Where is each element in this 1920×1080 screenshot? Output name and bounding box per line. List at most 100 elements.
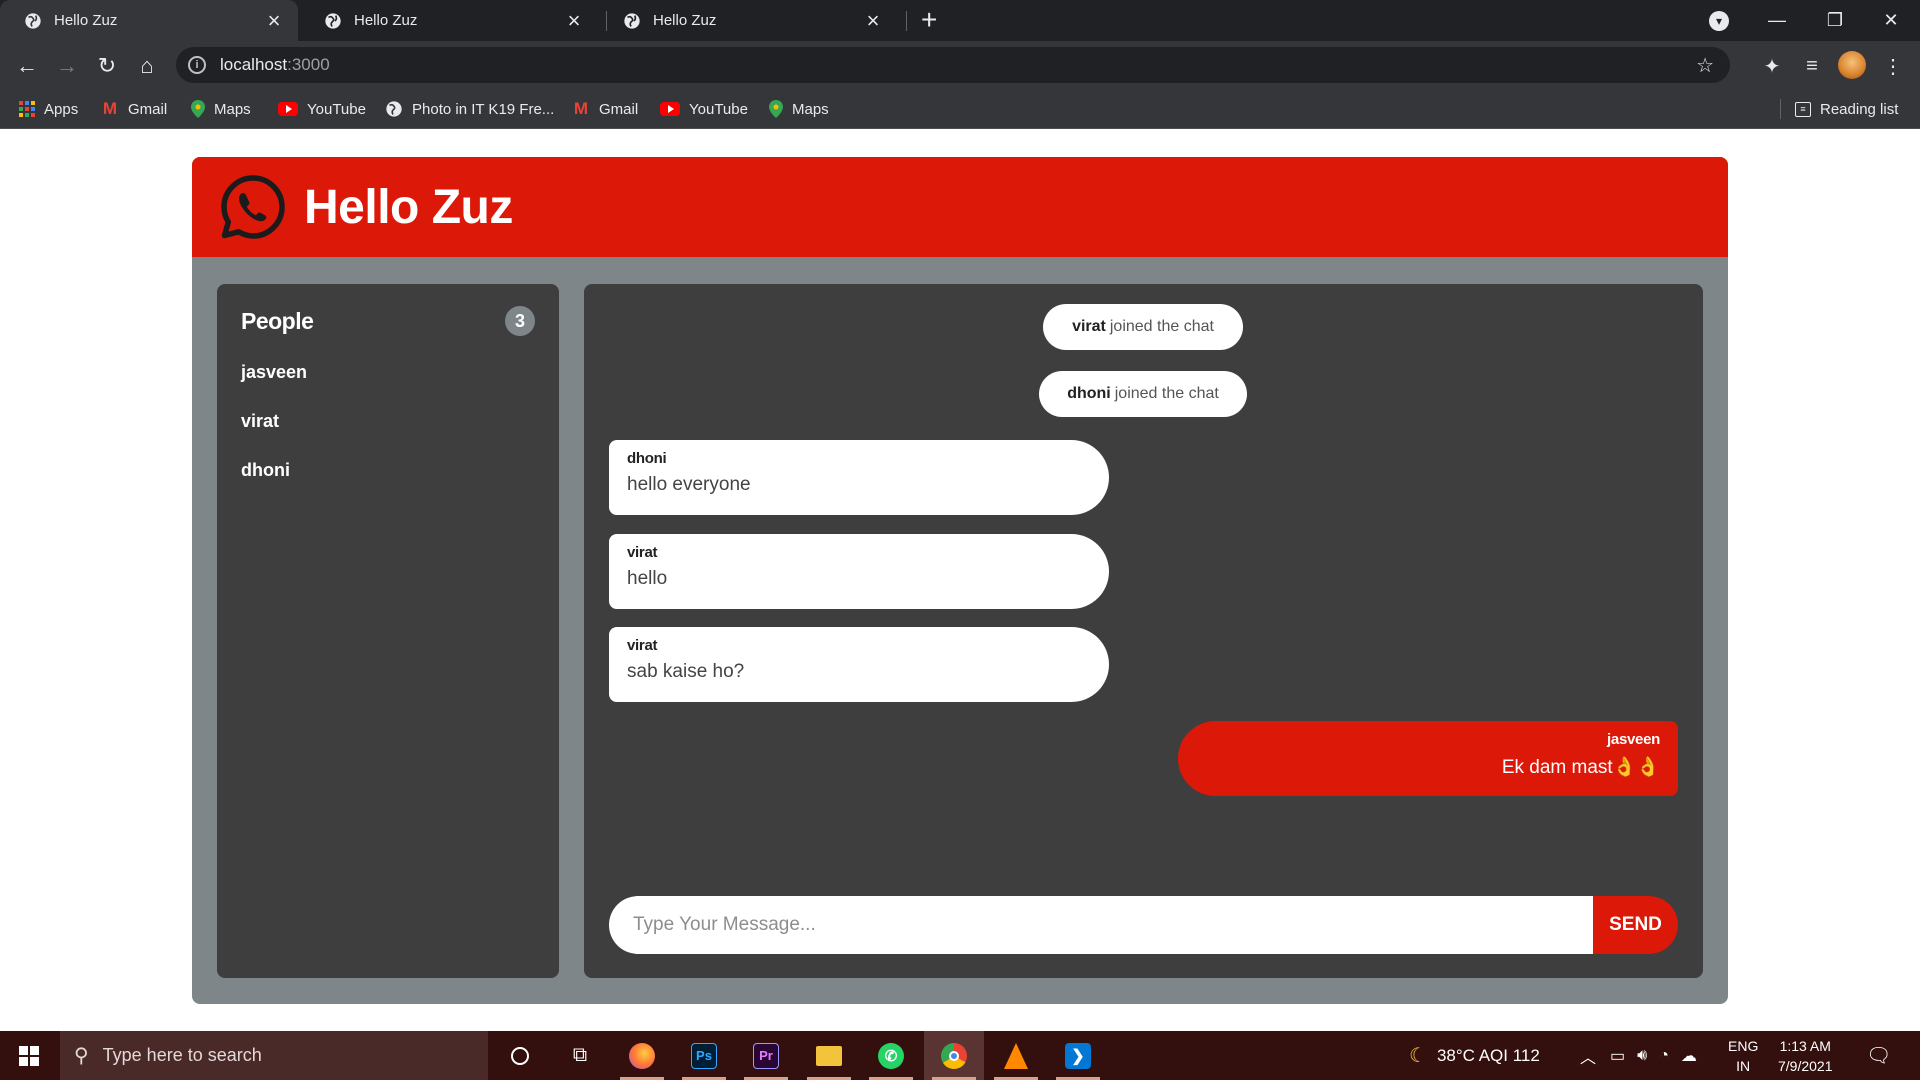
bookmark-gmail-2[interactable]: M Gmail xyxy=(572,89,638,129)
window-close-icon[interactable]: ✕ xyxy=(1862,0,1920,41)
chat-message: dhoni hello everyone xyxy=(609,440,1109,515)
system-tray: ︿ ▭ 🔊︎ ◔ ☁ xyxy=(1580,1031,1697,1080)
people-count-badge: 3 xyxy=(505,306,535,336)
clock-date: 7/9/2021 xyxy=(1778,1057,1833,1074)
language-indicator[interactable]: ENG IN xyxy=(1728,1031,1758,1080)
message-text: hello xyxy=(627,568,668,589)
people-item-jasveen: jasveen xyxy=(241,362,308,382)
send-button[interactable]: SEND xyxy=(1593,896,1678,954)
reading-list-icon: ≡ xyxy=(1795,101,1811,117)
new-tab-icon[interactable]: + xyxy=(921,6,937,34)
notice-text: joined the chat xyxy=(1114,385,1219,402)
minimize-icon[interactable]: — xyxy=(1748,0,1806,41)
bookmark-apps[interactable]: Apps xyxy=(19,89,78,129)
bookmark-photo[interactable]: Photo in IT K19 Fre... xyxy=(385,89,554,129)
chat-app: Hello Zuz People 3 jasveen virat dhoni v… xyxy=(192,157,1728,1004)
gmail-icon: M xyxy=(102,99,118,118)
restore-icon[interactable]: ❐ xyxy=(1806,0,1864,41)
onedrive-icon[interactable]: ☁ xyxy=(1681,1046,1697,1066)
chat-message: virat hello xyxy=(609,534,1109,609)
home-icon[interactable]: ⌂ xyxy=(134,53,160,79)
whatsapp-icon[interactable]: ✆ xyxy=(861,1031,921,1080)
maps-pin-icon xyxy=(191,100,205,118)
people-panel: People 3 jasveen virat dhoni xyxy=(217,284,559,978)
bookmark-gmail[interactable]: M Gmail xyxy=(101,89,167,129)
tab-title: Hello Zuz xyxy=(54,12,118,29)
bookmark-maps-2[interactable]: Maps xyxy=(769,89,829,129)
vscode-icon[interactable]: ❯ xyxy=(1048,1031,1108,1080)
message-input[interactable] xyxy=(609,896,1593,954)
windows-logo-icon xyxy=(19,1045,39,1066)
youtube-icon xyxy=(660,102,680,116)
file-explorer-icon[interactable] xyxy=(799,1031,859,1080)
network-icon[interactable]: ◔ xyxy=(1659,1047,1669,1065)
close-tab-icon[interactable]: × xyxy=(564,9,584,31)
chat-panel: virat joined the chat dhoni joined the cha… xyxy=(584,284,1703,978)
site-info-icon[interactable]: i xyxy=(188,56,206,74)
chat-message: virat sab kaise ho? xyxy=(609,627,1109,702)
photoshop-icon[interactable]: Ps xyxy=(674,1031,734,1080)
tab-strip: Hello Zuz × Hello Zuz × Hello Zuz × + ▾ … xyxy=(0,0,1920,41)
chrome-menu-icon[interactable]: ⋮ xyxy=(1880,53,1906,79)
bookmark-maps[interactable]: Maps xyxy=(191,89,251,129)
start-button[interactable] xyxy=(0,1031,58,1080)
globe-icon xyxy=(624,12,640,29)
browser-toolbar: ← → ↻ ⌂ i localhost:3000 ☆ ✦ ≡ ⋮ xyxy=(0,41,1920,89)
globe-icon xyxy=(25,12,41,29)
weather-text: 38°C AQI 112 xyxy=(1436,1045,1540,1065)
media-control-icon[interactable]: ≡ xyxy=(1799,53,1825,79)
taskbar-search[interactable]: ⚲ Type here to search xyxy=(60,1031,488,1080)
close-tab-icon[interactable]: × xyxy=(863,9,883,31)
windows-taskbar: ⚲ Type here to search ⧉ Ps Pr ✆ ❯ ☾ 38°C… xyxy=(0,1031,1920,1080)
tab-title: Hello Zuz xyxy=(354,12,418,29)
app-title: Hello Zuz xyxy=(304,180,513,234)
search-icon: ⚲ xyxy=(74,1045,89,1067)
whatsapp-logo-icon xyxy=(221,175,285,239)
bookmark-youtube-2[interactable]: YouTube xyxy=(660,89,748,129)
meet-now-icon[interactable]: ▭ xyxy=(1610,1046,1625,1066)
clock[interactable]: 1:13 AM 7/9/2021 xyxy=(1778,1031,1833,1080)
premiere-icon[interactable]: Pr xyxy=(736,1031,796,1080)
vlc-icon[interactable] xyxy=(986,1031,1046,1080)
forward-icon[interactable]: → xyxy=(54,53,80,79)
address-bar[interactable]: i localhost:3000 ☆ xyxy=(176,47,1730,83)
back-icon[interactable]: ← xyxy=(14,53,40,79)
profile-avatar[interactable] xyxy=(1838,51,1866,79)
message-text: sab kaise ho? xyxy=(627,661,745,682)
clock-time: 1:13 AM xyxy=(1779,1037,1831,1054)
moon-icon: ☾ xyxy=(1409,1045,1427,1067)
task-view-icon[interactable]: ⧉ xyxy=(550,1031,610,1080)
firefox-icon[interactable] xyxy=(612,1031,672,1080)
chevron-up-icon[interactable]: ︿ xyxy=(1580,1044,1596,1068)
message-sender: dhoni xyxy=(627,450,667,467)
tab-divider xyxy=(906,11,907,31)
browser-tab-2[interactable]: Hello Zuz × xyxy=(300,0,598,41)
chrome-icon[interactable] xyxy=(924,1031,984,1080)
taskbar-search-placeholder: Type here to search xyxy=(102,1045,262,1065)
url-text: localhost:3000 xyxy=(220,55,330,74)
close-tab-icon[interactable]: × xyxy=(264,9,284,31)
message-composer: SEND xyxy=(609,896,1678,954)
bookmark-youtube[interactable]: YouTube xyxy=(278,89,366,129)
people-header: People 3 xyxy=(241,306,535,336)
volume-icon[interactable]: 🔊︎ xyxy=(1637,1047,1647,1065)
tab-search-icon[interactable]: ▾ xyxy=(1709,11,1729,31)
globe-icon xyxy=(325,12,341,29)
reload-icon[interactable]: ↻ xyxy=(94,53,120,79)
own-chat-message: jasveen Ek dam mast👌👌 xyxy=(1178,721,1678,796)
browser-tab-3[interactable]: Hello Zuz × xyxy=(599,0,897,41)
message-sender: jasveen xyxy=(1607,731,1660,748)
notice-user: dhoni xyxy=(1067,385,1111,402)
extensions-icon[interactable]: ✦ xyxy=(1759,53,1785,79)
reading-list-button[interactable]: ≡ Reading list xyxy=(1795,89,1898,129)
cortana-icon[interactable] xyxy=(490,1031,550,1080)
weather-widget[interactable]: ☾ 38°C AQI 112 xyxy=(1409,1031,1540,1080)
app-header: Hello Zuz xyxy=(192,157,1728,257)
browser-tab-1[interactable]: Hello Zuz × xyxy=(0,0,298,41)
notification-icon[interactable]: 🗨︎ xyxy=(1866,1031,1891,1080)
gmail-icon: M xyxy=(573,99,589,118)
message-text: Ek dam mast👌👌 xyxy=(1501,757,1660,778)
bookmark-star-icon[interactable]: ☆ xyxy=(1696,53,1714,78)
people-title: People xyxy=(241,307,314,334)
notice-user: virat xyxy=(1072,318,1106,335)
